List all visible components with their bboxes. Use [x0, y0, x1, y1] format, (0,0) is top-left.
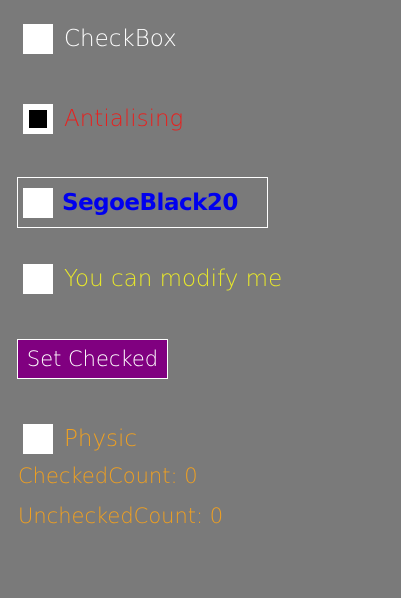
checked-count-text: CheckedCount: 0 [18, 464, 198, 488]
segoeblack20-checkbox[interactable]: SegoeBlack20 [17, 177, 268, 228]
modify-me-box[interactable] [23, 264, 53, 294]
checkbox-box[interactable] [23, 24, 53, 54]
checkbox-label: CheckBox [64, 26, 177, 52]
physic-label: Physic [64, 426, 138, 452]
physic-checkbox[interactable]: Physic [23, 424, 137, 454]
segoeblack20-label: SegoeBlack20 [62, 189, 238, 216]
modify-me-checkbox[interactable]: You can modify me [23, 264, 282, 294]
segoeblack20-box[interactable] [23, 187, 53, 218]
antialising-box[interactable] [23, 104, 53, 134]
set-checked-button[interactable]: Set Checked [17, 339, 168, 379]
checkbox-checkbox[interactable]: CheckBox [23, 24, 177, 54]
modify-me-label: You can modify me [64, 266, 283, 292]
antialising-checkbox[interactable]: Antialising [23, 104, 183, 134]
unchecked-count-text: UncheckedCount: 0 [18, 504, 224, 528]
antialising-label: Antialising [64, 106, 184, 132]
physic-box[interactable] [23, 424, 53, 454]
